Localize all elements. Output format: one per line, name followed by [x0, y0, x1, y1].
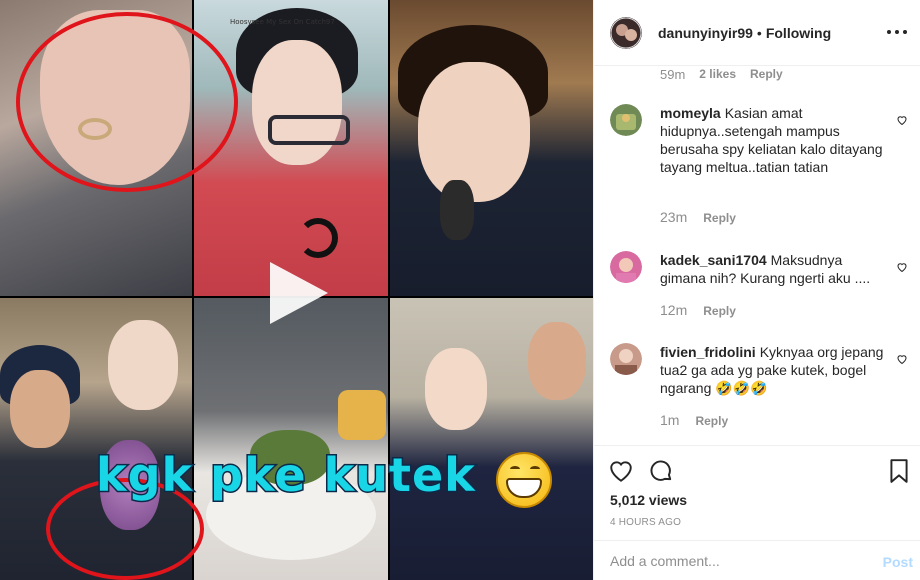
face-shape [528, 322, 586, 400]
face-shape [425, 348, 487, 430]
comment-text-block: kadek_sani1704 Maksudnya gimana nih? Kura… [660, 251, 890, 287]
comment-time: 23m [660, 209, 688, 225]
face-shape [108, 320, 178, 410]
reply-button[interactable]: Reply [703, 211, 736, 225]
avatar[interactable] [610, 104, 642, 136]
comment-meta: 1m Reply [660, 412, 728, 428]
comment-time: 1m [660, 412, 680, 428]
add-comment-bar: Post [594, 540, 920, 580]
comment-username[interactable]: fivien_fridolini [660, 344, 756, 360]
microphone-shape [440, 180, 474, 240]
face-shape [252, 40, 342, 165]
glasses-shape [268, 115, 350, 145]
ellipsis-icon[interactable] [885, 24, 909, 42]
separator-dot: • [756, 24, 762, 41]
emoji-eye [530, 466, 540, 472]
heart-outline-icon[interactable] [896, 353, 908, 365]
play-icon[interactable] [262, 258, 332, 328]
post-button[interactable]: Post [883, 554, 913, 570]
post-header: danunyinyir99 • Following [594, 0, 920, 66]
reply-button[interactable]: Reply [750, 67, 783, 82]
media-small-caption: Hoosysee My Sex On Catch97 [230, 18, 335, 26]
bookmark-icon[interactable] [888, 458, 910, 484]
reply-button[interactable]: Reply [695, 414, 728, 428]
comment-text-block: momeyla Kasian amat hidupnya..setengah ma… [660, 104, 890, 176]
comment-likes[interactable]: 2 likes [699, 67, 736, 82]
reply-button[interactable]: Reply [703, 304, 736, 318]
face-shape [418, 62, 530, 202]
comment-meta: 23m Reply [660, 209, 736, 225]
comment-input[interactable] [610, 553, 850, 569]
comments-list[interactable]: 59m 2 likes Reply momeyla Kasian amat hid… [594, 67, 920, 445]
following-button[interactable]: Following [766, 25, 831, 41]
face-shape [10, 370, 70, 448]
heart-outline-icon[interactable] [608, 458, 634, 484]
comment-username[interactable]: momeyla [660, 105, 721, 121]
overlay-caption: kgk pke kutek [95, 447, 477, 504]
post-media[interactable]: Hoosysee My Sex On Catch97 kgk pke kutek [0, 0, 593, 580]
post-actions: 5,012 views 4 HOURS AGO [594, 445, 920, 540]
view-count[interactable]: 5,012 views [610, 492, 687, 508]
comment-username[interactable]: kadek_sani1704 [660, 252, 767, 268]
avatar[interactable] [610, 251, 642, 283]
speech-bubble-icon[interactable] [648, 458, 674, 484]
comment-time: 59m [660, 67, 686, 82]
post-timestamp: 4 HOURS AGO [610, 517, 682, 528]
highlight-circle [16, 12, 238, 192]
partial-comment-meta: 59m 2 likes Reply [660, 67, 783, 82]
post-side-panel: danunyinyir99 • Following 59m 2 likes Re… [593, 0, 920, 580]
sweater-logo-shape [298, 218, 338, 258]
avatar[interactable] [610, 16, 642, 49]
avatar[interactable] [610, 343, 642, 375]
comment-time: 12m [660, 302, 688, 318]
username-link[interactable]: danunyinyir99 [658, 25, 753, 41]
comment-meta: 12m Reply [660, 302, 736, 318]
heart-outline-icon[interactable] [896, 114, 908, 126]
comment-text-block: fivien_fridolini Kyknyaa org jepang tua2 … [660, 343, 890, 397]
fries-shape [338, 390, 386, 440]
emoji-eye [510, 466, 520, 472]
heart-outline-icon[interactable] [896, 261, 908, 273]
